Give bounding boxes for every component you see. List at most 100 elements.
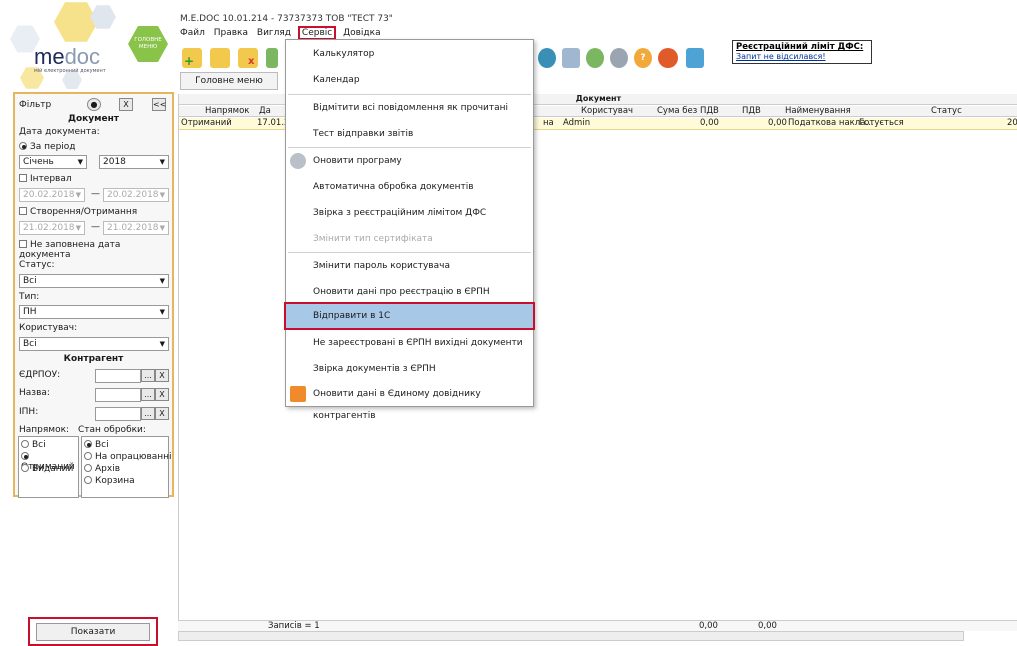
refresh-icon[interactable]	[586, 48, 604, 68]
chat-icon[interactable]	[658, 48, 678, 68]
status-select[interactable]: Всі ▼	[19, 274, 169, 288]
direction-option-issued[interactable]: Виданий	[21, 464, 73, 474]
menu-item-test-send[interactable]: Тест відправки звітів	[286, 123, 533, 145]
type-select[interactable]: ПН ▼	[19, 305, 169, 319]
chevron-down-icon: ▼	[159, 158, 165, 166]
registration-limit-link[interactable]: Реєстраційний ліміт ДФС:	[736, 42, 868, 52]
menu-hex-line2: МЕНЮ	[138, 44, 158, 50]
document-icon[interactable]	[562, 48, 580, 68]
window-title: M.E.DOC 10.01.214 - 73737373 ТОВ "ТЕСТ 7…	[180, 14, 393, 24]
menu-item-unregistered-docs[interactable]: Не зареєстровані в ЄРПН вихідні документ…	[286, 332, 533, 354]
menu-item-auto-processing[interactable]: Автоматична обробка документів	[286, 176, 533, 198]
menu-item-calendar[interactable]: Календар	[286, 69, 533, 91]
menu-item-send-to-1c[interactable]: Відправити в 1С	[284, 302, 535, 330]
user-select[interactable]: Всі ▼	[19, 337, 169, 351]
created-label: Створення/Отримання	[30, 207, 138, 217]
menu-item-mark-read[interactable]: Відмітити всі повідомлення як прочитані	[286, 97, 533, 119]
chevron-down-icon: ▼	[159, 308, 165, 316]
registration-status-link[interactable]: Запит не відсилався!	[736, 52, 868, 61]
edrpou-browse-button[interactable]: ...	[141, 369, 155, 382]
export-icon[interactable]	[266, 48, 278, 68]
main-menu-hex-button[interactable]: ГОЛОВНЕ МЕНЮ	[128, 26, 168, 62]
created-checkbox-box[interactable]	[19, 207, 27, 215]
menu-edit[interactable]: Правка	[214, 28, 248, 38]
cell-partial: на	[543, 118, 554, 128]
filter-panel: Фільтр ● X << Документ Дата документа: З…	[13, 92, 174, 498]
state-option-processing[interactable]: На опрацюванні	[84, 452, 172, 462]
edrpou-input[interactable]	[95, 369, 141, 383]
column-sum[interactable]: Сума без ПДВ	[657, 106, 719, 116]
interval-to-input[interactable]: 20.02.2018 ▼	[103, 188, 169, 202]
name-browse-button[interactable]: ...	[141, 388, 155, 401]
settings-icon[interactable]	[610, 48, 628, 68]
horizontal-scrollbar[interactable]	[178, 631, 964, 641]
new-folder-icon[interactable]: +	[182, 48, 202, 68]
column-status[interactable]: Статус	[931, 106, 962, 116]
name-clear-button[interactable]: X	[155, 388, 169, 401]
gear-icon	[290, 153, 306, 169]
menu-item-reconcile-erpn[interactable]: Звірка документів з ЄРПН	[286, 358, 533, 380]
state-group: Всі На опрацюванні Архів Корзина	[81, 436, 172, 498]
ipn-input[interactable]	[95, 407, 141, 421]
menu-item-update-erpn[interactable]: Оновити дані про реєстрацію в ЄРПН	[286, 281, 533, 303]
column-user[interactable]: Користувач	[581, 106, 633, 116]
created-checkbox[interactable]: Створення/Отримання	[19, 207, 137, 217]
interval-checkbox-box[interactable]	[19, 174, 27, 182]
menu-hex-line1: ГОЛОВНЕ	[134, 37, 162, 43]
edrpou-clear-button[interactable]: X	[155, 369, 169, 382]
status-label: Статус:	[19, 260, 55, 270]
state-option-archive[interactable]: Архів	[84, 464, 120, 474]
direction-option-all[interactable]: Всі	[21, 440, 46, 450]
no-date-checkbox-box[interactable]	[19, 240, 27, 248]
menu-file[interactable]: Файл	[180, 28, 205, 38]
interval-from-input[interactable]: 20.02.2018 ▼	[19, 188, 85, 202]
footer-vat-total: 0,00	[758, 621, 777, 631]
registration-limit-panel: Реєстраційний ліміт ДФС: Запит не відсил…	[732, 40, 872, 64]
year-select[interactable]: 2018 ▼	[99, 155, 169, 169]
interval-checkbox[interactable]: Інтервал	[19, 174, 72, 184]
menu-item-update-program[interactable]: Оновити програму	[286, 150, 533, 172]
interval-label: Інтервал	[30, 174, 72, 184]
menu-view[interactable]: Вигляд	[257, 28, 291, 38]
filter-collapse-button[interactable]: <<	[152, 98, 166, 111]
column-date[interactable]: Да	[259, 106, 271, 116]
filter-toggle-icon[interactable]: ●	[87, 98, 101, 111]
state-option-all[interactable]: Всі	[84, 440, 109, 450]
state-option-trash[interactable]: Корзина	[84, 476, 135, 486]
tab-main-menu[interactable]: Головне меню	[180, 72, 278, 90]
user-label: Користувач:	[19, 323, 78, 333]
menu-item-change-password[interactable]: Змінити пароль користувача	[286, 255, 533, 277]
column-name[interactable]: Найменування	[785, 106, 851, 116]
no-date-label: Не заповнена дата документа	[19, 240, 121, 260]
no-date-checkbox[interactable]: Не заповнена дата документа	[19, 240, 172, 260]
delete-folder-icon[interactable]: x	[238, 48, 258, 68]
cell-sum: 0,00	[700, 118, 719, 128]
period-radio-icon[interactable]	[19, 142, 27, 150]
show-button[interactable]: Показати	[36, 623, 150, 641]
info-network-icon[interactable]	[686, 48, 704, 68]
menu-item-reconcile-limit[interactable]: Звірка з реєстраційним лімітом ДФС	[286, 202, 533, 224]
created-from-input[interactable]: 21.02.2018 ▼	[19, 221, 85, 235]
menu-item-calculator[interactable]: Калькулятор	[286, 43, 533, 65]
ipn-label: ІПН:	[19, 407, 39, 417]
ipn-browse-button[interactable]: ...	[141, 407, 155, 420]
menu-service[interactable]: Сервіс	[297, 26, 337, 40]
open-folder-icon[interactable]	[210, 48, 230, 68]
help-icon[interactable]: ?	[634, 48, 652, 68]
name-input[interactable]	[95, 388, 141, 402]
sync-icon[interactable]	[538, 48, 556, 68]
interval-dash: —	[91, 189, 100, 199]
cell-vat: 0,00	[768, 118, 787, 128]
filter-clear-button[interactable]: X	[119, 98, 133, 111]
column-direction[interactable]: Напрямок	[205, 106, 249, 116]
section-document: Документ	[67, 114, 120, 124]
period-radio[interactable]: За період	[19, 142, 76, 152]
month-select[interactable]: Січень ▼	[19, 155, 87, 169]
menu-item-update-contragents[interactable]: Оновити дані в Єдиному довіднику контраг…	[286, 383, 533, 421]
column-vat[interactable]: ПДВ	[742, 106, 761, 116]
ipn-clear-button[interactable]: X	[155, 407, 169, 420]
created-to-input[interactable]: 21.02.2018 ▼	[103, 221, 169, 235]
menu-help[interactable]: Довідка	[343, 28, 381, 38]
cell-status: Готується	[859, 118, 904, 128]
chevron-down-icon: ▼	[159, 340, 165, 348]
